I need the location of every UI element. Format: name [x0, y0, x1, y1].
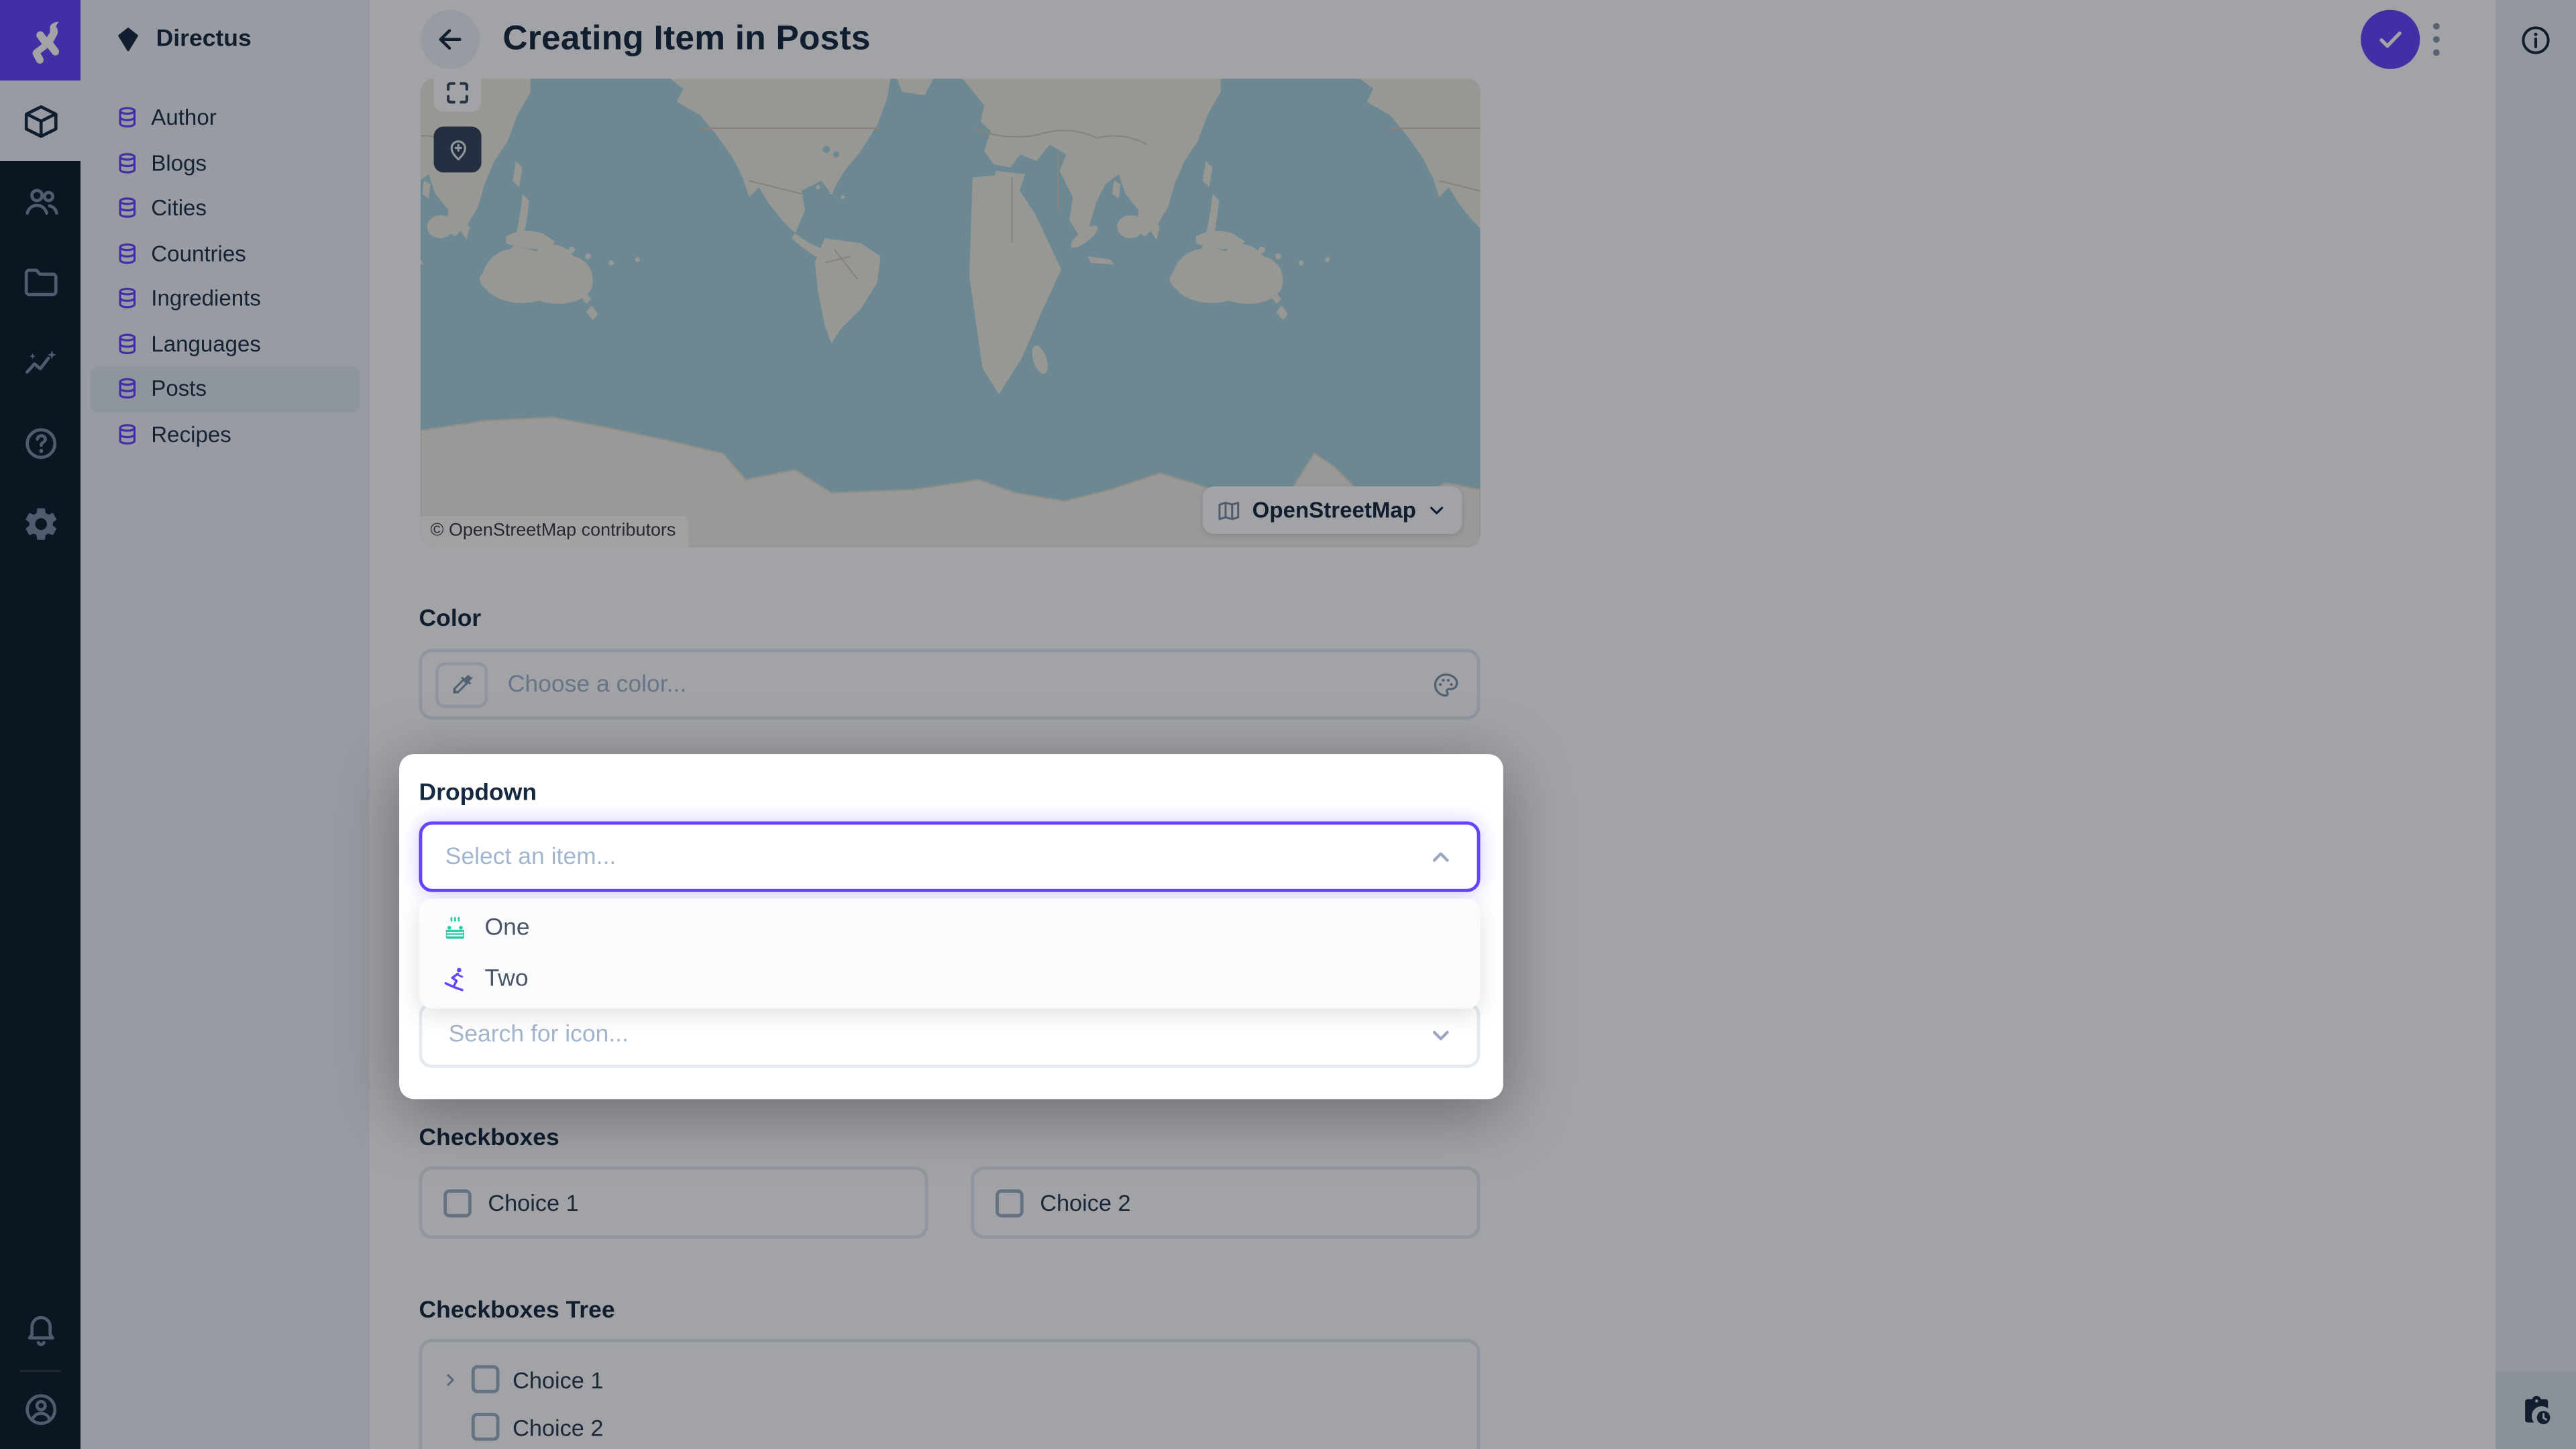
hot-tub-icon: [440, 914, 470, 943]
dropdown-field-card: Dropdown Select an item...: [399, 754, 1503, 1099]
icon-search-input[interactable]: [445, 1020, 1411, 1050]
modal-overlay[interactable]: [0, 0, 2576, 1449]
downhill-skiing-icon: [440, 964, 470, 994]
directus-app: Directus Author Blogs Cities Countries I…: [0, 0, 2576, 1449]
dropdown-option-one[interactable]: One: [419, 904, 1480, 954]
dropdown-field-label: Dropdown: [419, 780, 537, 806]
chevron-down-icon: [1428, 1022, 1454, 1048]
chevron-up-icon: [1428, 844, 1454, 870]
icon-search-field: [419, 1002, 1480, 1068]
dropdown-option-label: Two: [484, 965, 528, 991]
dropdown-option-label: One: [484, 916, 529, 942]
dropdown-options-menu: One Two: [419, 899, 1480, 1009]
dropdown-placeholder: Select an item...: [445, 844, 1411, 870]
dropdown-select[interactable]: Select an item...: [419, 821, 1480, 892]
dropdown-option-two[interactable]: Two: [419, 954, 1480, 1004]
